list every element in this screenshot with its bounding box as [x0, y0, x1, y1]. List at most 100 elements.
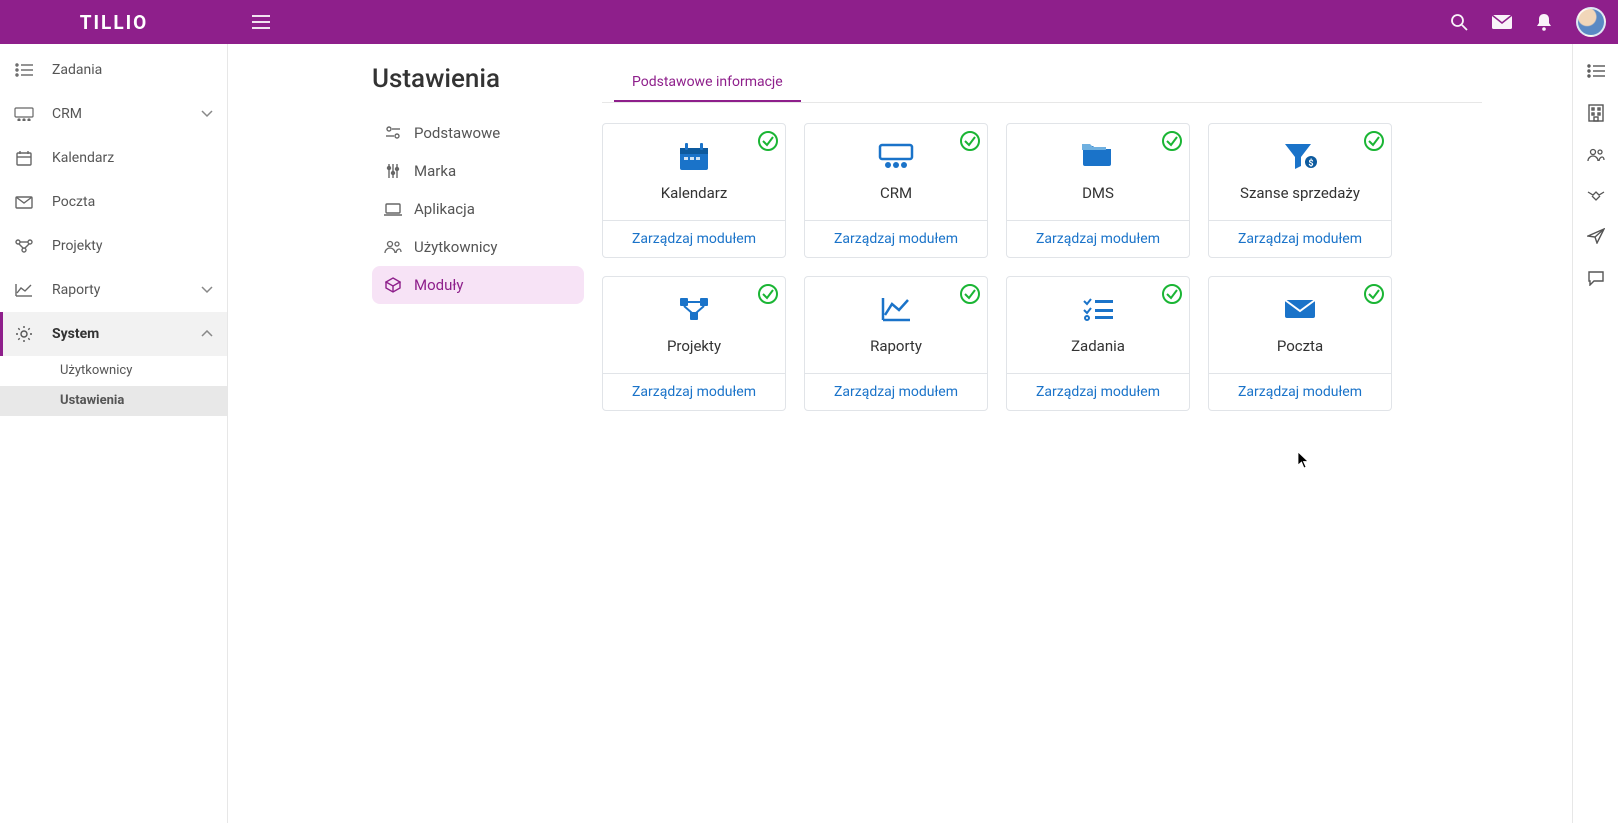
bell-icon[interactable]	[1536, 13, 1552, 31]
sidebar-subitem-uzytkownicy[interactable]: Użytkownicy	[0, 356, 227, 386]
crm-icon	[14, 107, 34, 121]
module-grid: Kalendarz Zarządzaj modułem CRM	[602, 123, 1482, 411]
sidebar: Zadania CRM Kalendarz Poczta	[0, 44, 228, 823]
settings-nav-label: Aplikacja	[414, 200, 475, 218]
sidebar-item-label: Projekty	[52, 238, 213, 254]
module-card-crm: CRM Zarządzaj modułem	[804, 123, 988, 258]
users-icon[interactable]	[1586, 148, 1606, 162]
list-icon	[14, 63, 34, 77]
users-icon	[384, 240, 402, 254]
settings-nav-marka[interactable]: Marka	[372, 152, 584, 190]
settings-nav-label: Marka	[414, 162, 456, 180]
right-activity-bar	[1572, 44, 1618, 823]
send-icon[interactable]	[1587, 228, 1605, 244]
manage-module-link[interactable]: Zarządzaj modułem	[632, 231, 756, 247]
building-icon[interactable]	[1588, 104, 1604, 122]
sidebar-item-label: Zadania	[52, 62, 213, 78]
check-circle-icon	[1363, 130, 1385, 152]
mail-icon[interactable]	[1492, 15, 1512, 29]
settings-content: Podstawowe informacje Kalendarz Zarządza…	[602, 64, 1482, 803]
search-icon[interactable]	[1450, 13, 1468, 31]
settings-nav-uzytkownicy[interactable]: Użytkownicy	[372, 228, 584, 266]
chart-icon	[878, 295, 914, 323]
module-name: DMS	[1082, 184, 1114, 202]
module-name: CRM	[880, 184, 912, 202]
manage-module-link[interactable]: Zarządzaj modułem	[1036, 384, 1160, 400]
avatar[interactable]	[1576, 7, 1606, 37]
manage-module-link[interactable]: Zarządzaj modułem	[834, 384, 958, 400]
sidebar-item-zadania[interactable]: Zadania	[0, 48, 227, 92]
module-name: Poczta	[1277, 337, 1323, 355]
module-card-zadania: Zadania Zarządzaj modułem	[1006, 276, 1190, 411]
crm-icon	[878, 142, 914, 170]
app-icon	[384, 203, 402, 216]
manage-module-link[interactable]: Zarządzaj modułem	[1036, 231, 1160, 247]
sidebar-subitem-ustawienia[interactable]: Ustawienia	[0, 386, 227, 416]
calendar-icon	[676, 142, 712, 170]
module-name: Raporty	[870, 337, 922, 355]
module-name: Projekty	[667, 337, 721, 355]
module-name: Szanse sprzedaży	[1240, 184, 1360, 202]
settings-nav-aplikacja[interactable]: Aplikacja	[372, 190, 584, 228]
manage-module-link[interactable]: Zarządzaj modułem	[632, 384, 756, 400]
settings-nav-label: Moduły	[414, 276, 464, 294]
chevron-down-icon	[201, 110, 213, 118]
sidebar-item-raporty[interactable]: Raporty	[0, 268, 227, 312]
chevron-up-icon	[201, 330, 213, 338]
manage-module-link[interactable]: Zarządzaj modułem	[1238, 231, 1362, 247]
check-circle-icon	[1161, 130, 1183, 152]
manage-module-link[interactable]: Zarządzaj modułem	[834, 231, 958, 247]
handshake-icon[interactable]	[1586, 188, 1606, 202]
reports-icon	[14, 283, 34, 297]
sidebar-item-label: Raporty	[52, 282, 183, 298]
sidebar-item-label: CRM	[52, 106, 183, 122]
hamburger-icon[interactable]	[252, 15, 270, 29]
module-name: Kalendarz	[661, 184, 728, 202]
module-card-poczta: Poczta Zarządzaj modułem	[1208, 276, 1392, 411]
projects-icon	[676, 295, 712, 323]
check-circle-icon	[959, 130, 981, 152]
tasks-icon	[1080, 295, 1116, 323]
sidebar-item-kalendarz[interactable]: Kalendarz	[0, 136, 227, 180]
gear-icon	[14, 325, 34, 343]
mail-icon	[14, 196, 34, 209]
sliders-icon	[384, 126, 402, 140]
tabs: Podstawowe informacje	[602, 64, 1482, 103]
module-card-kalendarz: Kalendarz Zarządzaj modułem	[602, 123, 786, 258]
module-card-szanse-sprzedazy: $ Szanse sprzedaży Zarządzaj modułem	[1208, 123, 1392, 258]
page-title: Ustawienia	[372, 64, 584, 94]
tab-podstawowe-informacje[interactable]: Podstawowe informacje	[614, 64, 801, 102]
sidebar-item-poczta[interactable]: Poczta	[0, 180, 227, 224]
settings-nav-label: Użytkownicy	[414, 238, 497, 256]
check-circle-icon	[757, 130, 779, 152]
topbar: TILLIO	[0, 0, 1618, 44]
settings-nav-label: Podstawowe	[414, 124, 500, 142]
check-circle-icon	[757, 283, 779, 305]
sidebar-item-crm[interactable]: CRM	[0, 92, 227, 136]
manage-module-link[interactable]: Zarządzaj modułem	[1238, 384, 1362, 400]
settings-nav-moduly[interactable]: Moduły	[372, 266, 584, 304]
main-content: Ustawienia Podstawowe Marka	[228, 44, 1572, 823]
check-circle-icon	[1363, 283, 1385, 305]
brand-logo: TILLIO	[0, 11, 228, 34]
svg-text:$: $	[1308, 158, 1313, 169]
sidebar-item-label: Kalendarz	[52, 150, 213, 166]
calendar-icon	[14, 150, 34, 166]
settings-nav-podstawowe[interactable]: Podstawowe	[372, 114, 584, 152]
list-icon[interactable]	[1587, 64, 1605, 78]
topbar-right	[1450, 7, 1618, 37]
check-circle-icon	[1161, 283, 1183, 305]
module-name: Zadania	[1071, 337, 1125, 355]
mail-icon	[1282, 295, 1318, 323]
chevron-down-icon	[201, 286, 213, 294]
module-card-raporty: Raporty Zarządzaj modułem	[804, 276, 988, 411]
settings-nav: Ustawienia Podstawowe Marka	[372, 64, 584, 803]
sidebar-item-system[interactable]: System	[0, 312, 227, 356]
sidebar-item-projekty[interactable]: Projekty	[0, 224, 227, 268]
module-card-projekty: Projekty Zarządzaj modułem	[602, 276, 786, 411]
sidebar-item-label: System	[52, 326, 183, 342]
folder-icon	[1080, 142, 1116, 170]
module-card-dms: DMS Zarządzaj modułem	[1006, 123, 1190, 258]
brand-icon	[384, 163, 402, 179]
chat-icon[interactable]	[1587, 270, 1605, 286]
